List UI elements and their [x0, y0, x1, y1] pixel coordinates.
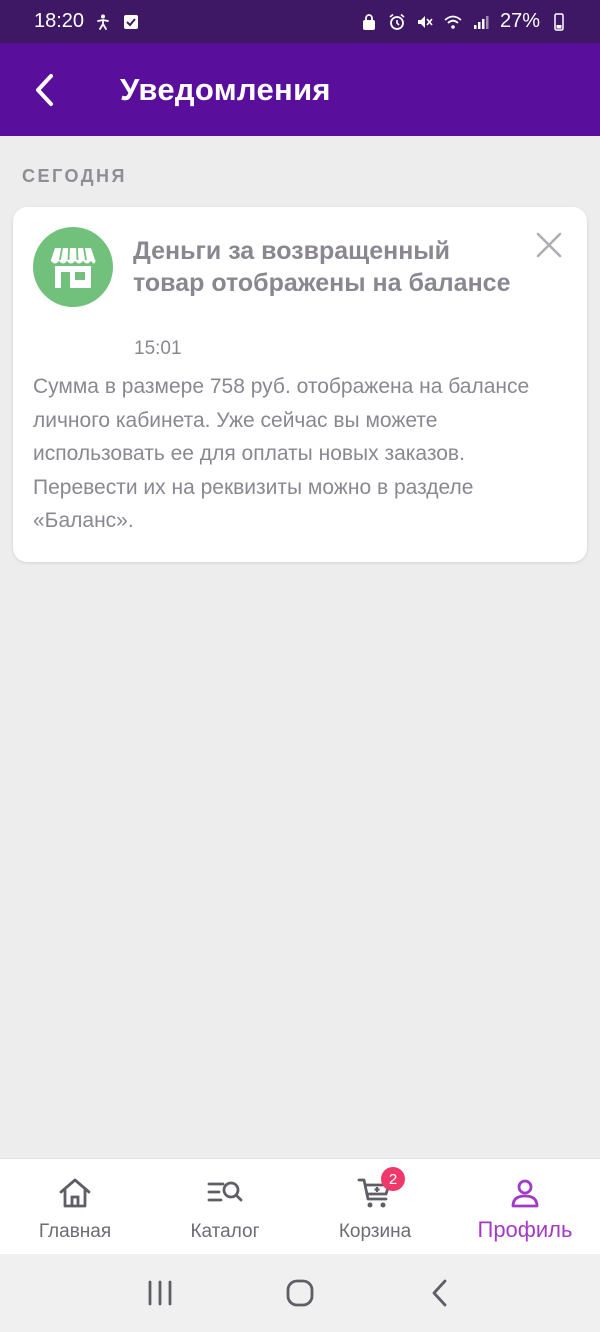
store-icon — [33, 227, 113, 307]
notification-title: Деньги за возвращенный товар отображены … — [133, 237, 511, 297]
tab-home[interactable]: Главная — [0, 1159, 150, 1254]
tab-label: Каталог — [190, 1221, 260, 1242]
accessibility-icon — [94, 13, 112, 31]
notification-card[interactable]: Деньги за возвращенный товар отображены … — [13, 207, 587, 562]
bottom-tab-bar: Главная Каталог 2 Корзина Профиль — [0, 1158, 600, 1254]
back-button[interactable] — [0, 43, 90, 136]
lock-icon — [360, 13, 378, 31]
tab-profile[interactable]: Профиль — [450, 1159, 600, 1254]
checkbox-icon — [122, 13, 140, 31]
cart-icon: 2 — [357, 1167, 405, 1211]
wifi-icon — [444, 13, 462, 31]
section-label-today: СЕГОДНЯ — [22, 166, 127, 186]
status-left: 18:20 — [34, 10, 140, 33]
alarm-icon — [388, 13, 406, 31]
tab-cart[interactable]: 2 Корзина — [300, 1159, 450, 1254]
notification-body: Сумма в размере 758 руб. отображена на б… — [33, 375, 530, 532]
app-bar: Уведомления — [0, 43, 600, 136]
notification-time: 15:01 — [134, 338, 182, 359]
status-right: 27% — [360, 10, 568, 33]
back-icon[interactable] — [420, 1273, 460, 1313]
tab-label: Главная — [38, 1221, 112, 1242]
signal-icon — [472, 13, 490, 31]
tab-catalog[interactable]: Каталог — [150, 1159, 300, 1254]
battery-icon — [550, 12, 568, 31]
chevron-left-icon — [36, 73, 53, 106]
profile-icon — [507, 1175, 543, 1211]
home-button-icon[interactable] — [280, 1273, 320, 1313]
battery-percent: 27% — [499, 10, 540, 32]
system-nav-bar — [0, 1254, 600, 1332]
page-title: Уведомления — [120, 71, 331, 107]
cart-badge: 2 — [381, 1167, 405, 1191]
tab-label: Корзина — [338, 1221, 412, 1242]
close-icon[interactable] — [535, 231, 563, 259]
mute-icon — [416, 13, 434, 31]
recents-icon[interactable] — [140, 1273, 180, 1313]
tab-label: Профиль — [477, 1217, 573, 1242]
catalog-search-icon — [207, 1175, 243, 1211]
status-time: 18:20 — [34, 10, 85, 32]
status-bar: 18:20 27% — [0, 0, 600, 43]
home-icon — [57, 1175, 93, 1211]
